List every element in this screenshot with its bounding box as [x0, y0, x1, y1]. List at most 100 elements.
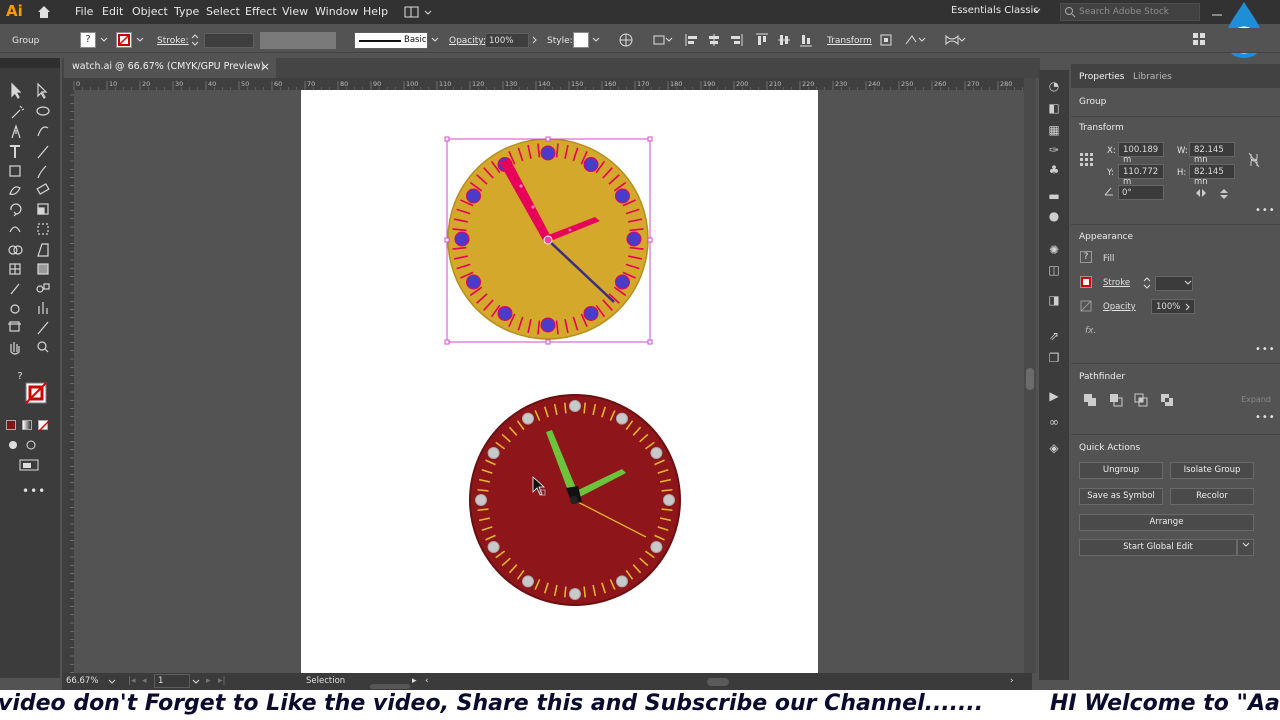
gradient-mode-button[interactable]	[22, 420, 32, 430]
align-right-icon[interactable]	[728, 32, 744, 51]
clock-yellow[interactable]	[447, 138, 649, 340]
opacity-label[interactable]: Opacity	[1103, 302, 1136, 312]
more-options-icon[interactable]: •••	[1255, 344, 1276, 355]
minus-front-icon[interactable]	[1109, 393, 1123, 410]
brushes-icon[interactable]: ✑	[1046, 142, 1062, 158]
grid-view-icon[interactable]	[1192, 32, 1206, 49]
arrange-button[interactable]: Arrange	[1079, 514, 1254, 531]
vertical-scrollbar[interactable]	[1024, 78, 1036, 673]
search-stock-field[interactable]: Search Adobe Stock	[1060, 3, 1200, 21]
flip-horizontal-icon[interactable]	[1195, 188, 1207, 201]
menu-effect[interactable]: Effect	[245, 5, 277, 18]
first-artboard-icon[interactable]: |◂	[128, 676, 136, 686]
fill-swatch[interactable]: ?	[1080, 251, 1092, 263]
angle-field[interactable]: 0°	[1118, 185, 1164, 200]
chevron-down-icon[interactable]	[100, 36, 108, 47]
isolate-icon[interactable]	[878, 32, 894, 51]
align-center-icon[interactable]	[706, 32, 722, 51]
actions-icon[interactable]: ▶	[1046, 388, 1062, 404]
none-mode-button[interactable]	[38, 420, 50, 432]
chevron-down-icon[interactable]	[431, 36, 439, 47]
start-global-edit-button[interactable]: Start Global Edit	[1079, 539, 1237, 556]
chevron-down-icon[interactable]	[108, 678, 116, 689]
color-icon[interactable]: ◧	[1046, 100, 1062, 116]
unite-icon[interactable]	[1083, 393, 1097, 410]
menu-object[interactable]: Object	[132, 5, 168, 18]
h-field[interactable]: 82.145 mn	[1189, 164, 1235, 187]
transform-link[interactable]: Transform	[827, 36, 872, 46]
align-bottom-icon[interactable]	[798, 32, 814, 51]
scroll-left-icon[interactable]: ‹	[425, 676, 429, 686]
next-artboard-icon[interactable]: ▸	[206, 676, 211, 686]
tab-libraries[interactable]: Libraries	[1133, 72, 1172, 82]
variable-width-profile[interactable]	[260, 32, 336, 49]
menu-view[interactable]: View	[282, 5, 308, 18]
x-field[interactable]: 100.189 m	[1118, 142, 1164, 165]
exclude-icon[interactable]	[1160, 393, 1174, 410]
align-top-icon[interactable]	[754, 32, 770, 51]
stepper-icon[interactable]	[190, 33, 200, 50]
puppet-warp-icon[interactable]	[904, 32, 926, 51]
save-as-symbol-button[interactable]: Save as Symbol	[1079, 488, 1163, 505]
graphic-styles-icon[interactable]: ◫	[1046, 262, 1062, 278]
horizontal-scroll-thumb[interactable]	[370, 684, 410, 689]
artboards-icon[interactable]: ❐	[1046, 350, 1062, 366]
stroke-icon[interactable]: ▬	[1046, 188, 1062, 204]
chevron-down-icon[interactable]	[192, 678, 200, 689]
graphic-style-swatch[interactable]	[573, 32, 589, 48]
horizontal-scroll-thumb-main[interactable]	[707, 678, 729, 686]
draw-mode-icon[interactable]	[6, 438, 20, 452]
links-icon[interactable]: ∞	[1046, 414, 1062, 430]
align-left-icon[interactable]	[684, 32, 700, 51]
transparency-icon[interactable]: ◨	[1046, 292, 1062, 308]
chevron-down-icon[interactable]	[1032, 6, 1042, 16]
menu-select[interactable]: Select	[206, 5, 240, 18]
color-mode-button[interactable]	[6, 420, 16, 430]
y-field[interactable]: 110.772 m	[1118, 164, 1164, 187]
intersect-icon[interactable]	[1134, 393, 1148, 410]
chevron-down-icon[interactable]	[1184, 279, 1192, 290]
previous-artboard-icon[interactable]: ◂	[142, 676, 147, 686]
appearance-icon[interactable]: ✺	[1046, 242, 1062, 258]
screen-mode-icon[interactable]	[18, 458, 40, 472]
color-guide-icon[interactable]: ◔	[1046, 78, 1062, 94]
global-edit-options-button[interactable]	[1237, 539, 1254, 556]
chevron-right-icon[interactable]	[531, 36, 539, 47]
scroll-right-icon[interactable]: ›	[1010, 676, 1014, 686]
more-options-icon[interactable]: •••	[1255, 412, 1276, 423]
isolate-group-button[interactable]: Isolate Group	[1170, 462, 1254, 479]
swatches-icon[interactable]: ▦	[1046, 122, 1062, 138]
menu-file[interactable]: File	[75, 5, 93, 18]
ungroup-button[interactable]: Ungroup	[1079, 462, 1163, 479]
stepper-icon[interactable]	[1142, 276, 1152, 293]
stroke-swatch[interactable]	[1080, 276, 1092, 288]
stroke-label[interactable]: Stroke:	[157, 36, 189, 46]
home-icon[interactable]	[36, 4, 52, 20]
constrain-proportions-icon[interactable]	[1248, 152, 1260, 171]
close-icon[interactable]: ×	[261, 60, 270, 73]
brush-definition[interactable]: Basic	[354, 32, 428, 49]
layers-icon[interactable]: ◈	[1046, 440, 1062, 456]
envelope-warp-icon[interactable]	[944, 32, 966, 51]
tools-grid[interactable]	[6, 80, 56, 380]
menu-type[interactable]: Type	[174, 5, 199, 18]
fill-stroke-swatch[interactable]	[22, 381, 48, 407]
artboard-number[interactable]: 1	[155, 676, 163, 686]
chevron-down-icon[interactable]	[592, 36, 600, 47]
align-middle-icon[interactable]	[776, 32, 792, 51]
menu-window[interactable]: Window	[315, 5, 358, 18]
fill-swatch[interactable]: ?	[80, 32, 96, 48]
gradient-icon[interactable]: ●	[1046, 208, 1062, 224]
document-tab[interactable]: watch.ai @ 66.67% (CMYK/GPU Preview) ×	[64, 58, 276, 78]
fx-icon[interactable]: fx.	[1085, 326, 1096, 336]
opacity-label[interactable]: Opacity:	[449, 36, 486, 46]
chevron-right-icon[interactable]	[1184, 303, 1192, 314]
expand-button[interactable]: Expand	[1225, 395, 1271, 410]
zoom-level[interactable]: 66.67%	[66, 676, 98, 686]
status-menu-icon[interactable]: ▸	[412, 676, 417, 686]
workspace-switcher[interactable]: Essentials Classic	[951, 5, 1039, 16]
reference-point-icon[interactable]	[1079, 152, 1095, 171]
recolor-button[interactable]: Recolor	[1170, 488, 1254, 505]
more-options-icon[interactable]: •••	[1255, 205, 1276, 216]
clock-red[interactable]	[469, 394, 681, 606]
